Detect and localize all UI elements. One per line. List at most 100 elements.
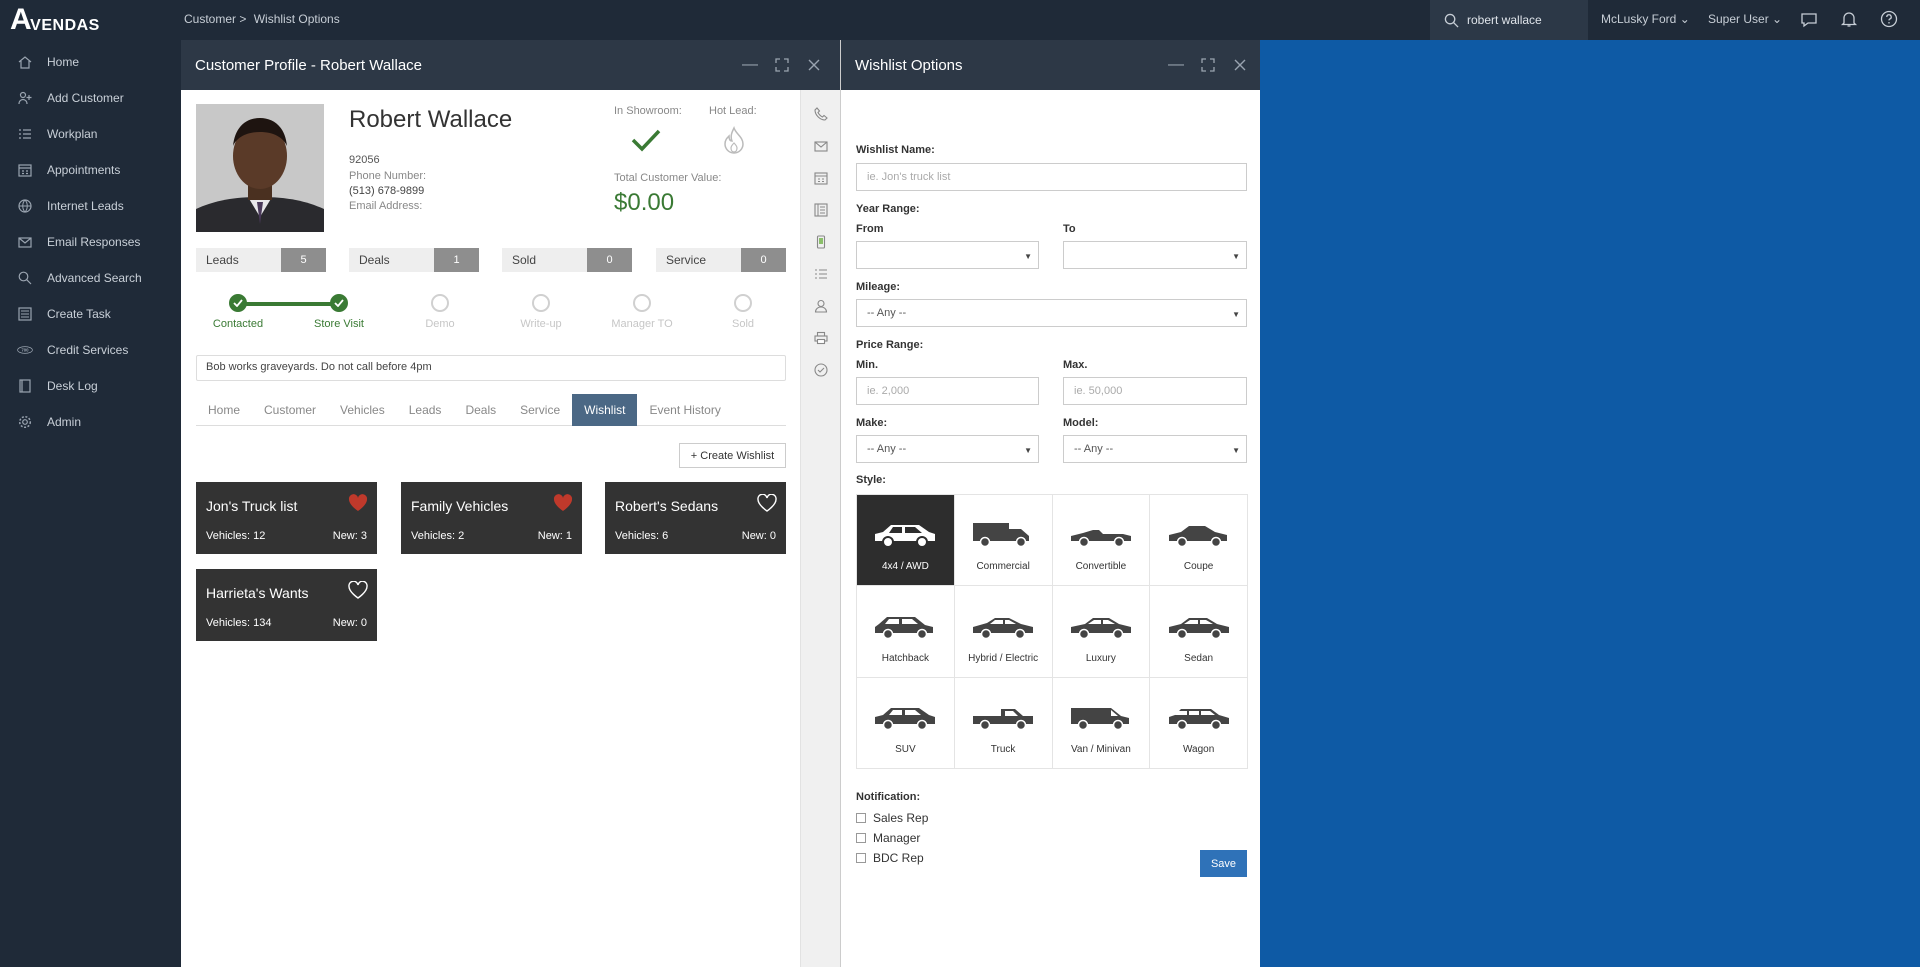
style-option-truck[interactable]: Truck	[954, 677, 1053, 769]
minimize-icon[interactable]: —	[1167, 56, 1185, 74]
notification-label: Notification:	[856, 791, 921, 803]
checkbox[interactable]	[856, 833, 866, 843]
wishlist-card[interactable]: Robert's Sedans Vehicles: 6 New: 0	[605, 482, 786, 554]
close-icon[interactable]	[1231, 56, 1249, 74]
email-label: Email Address:	[349, 200, 423, 212]
chat-icon[interactable]	[1800, 10, 1818, 28]
price-max-input[interactable]: ie. 50,000	[1063, 377, 1247, 405]
panel-title: Customer Profile - Robert Wallace	[195, 56, 423, 74]
style-option-van[interactable]: Van / Minivan	[1052, 677, 1151, 769]
tab-deals[interactable]: Deals	[453, 394, 508, 426]
user-dropdown[interactable]: Super User ⌄	[1708, 12, 1782, 26]
wishlist-card[interactable]: Harrieta's Wants Vehicles: 134 New: 0	[196, 569, 377, 641]
tab-customer[interactable]: Customer	[252, 394, 328, 426]
notify-bdc-rep-checkbox[interactable]: BDC Rep	[856, 851, 924, 865]
step-sold[interactable]: Sold	[703, 294, 783, 330]
customer-phone[interactable]: (513) 678-9899	[349, 185, 424, 197]
wishlist-card[interactable]: Jon's Truck list Vehicles: 12 New: 3	[196, 482, 377, 554]
step-write-up[interactable]: Write-up	[501, 294, 581, 330]
tab-vehicles[interactable]: Vehicles	[328, 394, 397, 426]
model-select[interactable]: -- Any -- ▼	[1063, 435, 1247, 463]
price-min-input[interactable]: ie. 2,000	[856, 377, 1039, 405]
style-option-convertible[interactable]: Convertible	[1052, 495, 1151, 587]
search-input[interactable]: robert wallace	[1430, 0, 1588, 40]
maximize-icon[interactable]	[1199, 56, 1217, 74]
tab-leads[interactable]: Leads	[397, 394, 454, 426]
style-option-wagon[interactable]: Wagon	[1150, 677, 1248, 769]
heart-filled-icon[interactable]	[348, 494, 368, 512]
step-manager-to[interactable]: Manager TO	[602, 294, 682, 330]
heart-outline-icon[interactable]	[757, 494, 777, 512]
notify-sales-rep-checkbox[interactable]: Sales Rep	[856, 811, 928, 825]
minimize-icon[interactable]: —	[741, 56, 759, 74]
breadcrumb-item[interactable]: Customer >	[184, 12, 246, 26]
from-label: From	[856, 223, 884, 235]
style-option-suv[interactable]: SUV	[857, 677, 955, 769]
sidebar-item-email-responses[interactable]: Email Responses	[0, 224, 181, 260]
check-circle-icon[interactable]	[801, 354, 840, 386]
dealer-dropdown[interactable]: McLusky Ford ⌄	[1601, 12, 1690, 26]
notify-manager-checkbox[interactable]: Manager	[856, 831, 920, 845]
tab-wishlist[interactable]: Wishlist	[572, 394, 638, 426]
logo[interactable]: A VENDAS	[10, 5, 100, 35]
style-option-commercial[interactable]: Commercial	[954, 495, 1053, 587]
year-from-select[interactable]: ▼	[856, 241, 1039, 269]
tab-event-history[interactable]: Event History	[637, 394, 732, 426]
calendar-icon	[17, 162, 33, 178]
document-icon[interactable]	[801, 194, 840, 226]
tab-home[interactable]: Home	[196, 394, 252, 426]
sidebar-item-internet-leads[interactable]: Internet Leads	[0, 188, 181, 224]
stat-leads[interactable]: Leads 5	[196, 248, 326, 272]
flame-icon[interactable]	[722, 126, 746, 154]
style-option-hybrid[interactable]: Hybrid / Electric	[954, 586, 1053, 678]
list-icon[interactable]	[801, 258, 840, 290]
close-icon[interactable]	[805, 56, 823, 74]
sidebar-item-home[interactable]: Home	[0, 44, 181, 80]
task-icon	[17, 306, 33, 322]
sidebar-item-admin[interactable]: Admin	[0, 404, 181, 440]
make-select[interactable]: -- Any -- ▼	[856, 435, 1039, 463]
mobile-icon[interactable]	[801, 226, 840, 258]
mileage-select[interactable]: -- Any -- ▼	[856, 299, 1247, 327]
wishlist-card[interactable]: Family Vehicles Vehicles: 2 New: 1	[401, 482, 582, 554]
sidebar-item-workplan[interactable]: Workplan	[0, 116, 181, 152]
create-wishlist-button[interactable]: + Create Wishlist	[679, 443, 786, 468]
sidebar-item-appointments[interactable]: Appointments	[0, 152, 181, 188]
sidebar-item-advanced-search[interactable]: Advanced Search	[0, 260, 181, 296]
wishlist-name-input[interactable]: ie. Jon's truck list	[856, 163, 1247, 191]
help-icon[interactable]	[1880, 10, 1898, 28]
style-option-hatchback[interactable]: Hatchback	[857, 586, 955, 678]
phone-icon[interactable]	[801, 98, 840, 130]
heart-filled-icon[interactable]	[553, 494, 573, 512]
stat-deals[interactable]: Deals 1	[349, 248, 479, 272]
save-button[interactable]: Save	[1200, 850, 1247, 877]
style-option-4x4[interactable]: 4x4 / AWD	[857, 495, 955, 587]
checkbox[interactable]	[856, 813, 866, 823]
person-icon[interactable]	[801, 290, 840, 322]
stat-sold[interactable]: Sold 0	[502, 248, 632, 272]
style-option-luxury[interactable]: Luxury	[1052, 586, 1151, 678]
heart-outline-icon[interactable]	[348, 581, 368, 599]
sidebar-item-desk-log[interactable]: Desk Log	[0, 368, 181, 404]
style-option-coupe[interactable]: Coupe	[1150, 495, 1248, 587]
notes-textarea[interactable]: Bob works graveyards. Do not call before…	[196, 355, 786, 381]
bell-icon[interactable]	[1840, 10, 1858, 28]
maximize-icon[interactable]	[773, 56, 791, 74]
printer-icon[interactable]	[801, 322, 840, 354]
sidebar-item-add-customer[interactable]: Add Customer	[0, 80, 181, 116]
style-option-sedan[interactable]: Sedan	[1150, 586, 1248, 678]
envelope-icon[interactable]	[801, 130, 840, 162]
breadcrumb: Customer > Wishlist Options	[184, 12, 344, 26]
step-demo[interactable]: Demo	[400, 294, 480, 330]
calendar-icon[interactable]	[801, 162, 840, 194]
circle-icon	[431, 294, 449, 312]
year-to-select[interactable]: ▼	[1063, 241, 1247, 269]
checkmark-icon[interactable]	[631, 128, 661, 152]
step-contacted[interactable]: Contacted	[198, 294, 278, 330]
sidebar-item-create-task[interactable]: Create Task	[0, 296, 181, 332]
step-store-visit[interactable]: Store Visit	[299, 294, 379, 330]
tab-service[interactable]: Service	[508, 394, 572, 426]
stat-service[interactable]: Service 0	[656, 248, 786, 272]
checkbox[interactable]	[856, 853, 866, 863]
sidebar-item-credit-services[interactable]: 700 Credit Services	[0, 332, 181, 368]
